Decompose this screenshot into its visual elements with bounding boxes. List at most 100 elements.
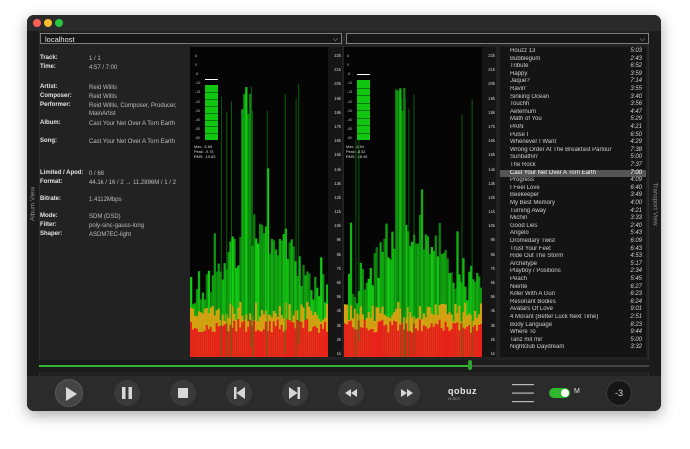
vu-segment-line: [357, 110, 370, 112]
playlist-item-title: Nightclub Daydream: [510, 344, 565, 351]
frequency-scale-right: 22k 21k 20k 19k 18k 17k 16k 15k 14k 13k 12k 11k 10k 9…: [482, 47, 496, 357]
playlist-item[interactable]: Michin 3:33: [500, 215, 646, 223]
playlist-item-duration: 3:56: [630, 101, 642, 108]
vu-scale-label: -50: [347, 126, 353, 131]
vu-segment-line: [205, 105, 218, 107]
vu-scale-label: -60: [195, 136, 201, 140]
zoom-window-button[interactable]: [55, 19, 63, 27]
vu-scale-label: 6: [195, 54, 197, 58]
info-value: ASDM7EC-light: [89, 232, 132, 238]
playlist-item[interactable]: Sinking Ocean 3:40: [500, 94, 646, 102]
playlist-item-title: Michin: [510, 215, 528, 222]
playlist-item[interactable]: Archetype 5:17: [500, 261, 646, 269]
next-track-button[interactable]: [282, 380, 308, 406]
info-key: Time:: [40, 64, 56, 70]
playlist-item[interactable]: My Best Memory 4:00: [500, 200, 646, 208]
fast-forward-button[interactable]: [394, 380, 420, 406]
playlist-item[interactable]: Body Language 8:23: [500, 322, 646, 330]
close-window-button[interactable]: [33, 19, 41, 27]
playlist-item[interactable]: Tanz mit mir 5:00: [500, 337, 646, 345]
playlist-item-duration: 6:52: [630, 63, 642, 70]
vu-scale-label: -10: [195, 81, 201, 86]
vu-scale-label: -30: [195, 108, 201, 113]
frequency-tick-label: 13k: [488, 180, 495, 186]
playlist-item[interactable]: Math of You 5:29: [500, 116, 646, 124]
playlist-item[interactable]: Sunbathin' 5:00: [500, 154, 646, 162]
playlist-item[interactable]: Resonant Bodies 6:24: [500, 299, 646, 307]
transport-view-panel-toggle[interactable]: Transport View: [648, 31, 661, 376]
playlist-item[interactable]: Playboy / Positions 2:34: [500, 268, 646, 276]
info-value: Cast Your Net Over A Torn Earth: [89, 139, 175, 145]
pause-button[interactable]: [114, 380, 140, 406]
info-value: SDM (DSD): [89, 214, 121, 220]
playlist-item[interactable]: PAIN 4:21: [500, 124, 646, 132]
volume-knob[interactable]: -3: [606, 380, 632, 406]
playlist-item[interactable]: Beekeeper 3:49: [500, 192, 646, 200]
transport-view-label: Transport View: [651, 181, 659, 226]
playlist-item-duration: 3:59: [630, 70, 642, 77]
playlist-item[interactable]: Avatars Of Love 9:01: [500, 306, 646, 314]
frequency-tick-label: 1k: [490, 351, 495, 356]
qobuz-subtitle: HI-RES: [448, 397, 460, 401]
qobuz-logo[interactable]: qobuz: [448, 386, 477, 396]
playlist-item-duration: 3:40: [630, 93, 642, 100]
info-value: 1 / 1: [89, 56, 101, 62]
playlist-item[interactable]: Killer With A Gun 6:23: [500, 291, 646, 299]
playlist-item[interactable]: Bubblegum 2:43: [500, 56, 646, 64]
vu-segment-line: [357, 102, 370, 104]
playlist-item-duration: 4:47: [630, 108, 642, 115]
playlist-item-title: Happy: [510, 70, 528, 77]
playlist-item[interactable]: Ride Out The Storm 4:53: [500, 253, 646, 261]
vu-scale-label: -50: [195, 126, 201, 131]
minimize-window-button[interactable]: [44, 19, 52, 27]
playlist-item[interactable]: Where To 9:44: [500, 329, 646, 337]
play-button[interactable]: [55, 379, 83, 407]
playlist-item-duration: 7:14: [630, 78, 642, 85]
album-view-panel-toggle[interactable]: Album View: [27, 31, 40, 376]
playlist-item[interactable]: Good Lies 2:40: [500, 223, 646, 231]
progress-bar[interactable]: [39, 360, 649, 372]
playlist-item[interactable]: Ravin' 3:55: [500, 86, 646, 94]
playlist-item[interactable]: Pulse I 6:50: [500, 132, 646, 140]
volume-value: -3: [614, 388, 623, 398]
playlist-item[interactable]: Peach 5:45: [500, 276, 646, 284]
view-select[interactable]: ⌵: [346, 33, 649, 44]
playlist-item[interactable]: The Rock 7:37: [500, 162, 646, 170]
playlist-item[interactable]: Tribute 6:52: [500, 63, 646, 71]
playlist-item[interactable]: Niente 6:27: [500, 284, 646, 292]
playlist-item[interactable]: Wrong Order At The Breakfast Parlour 7:38: [500, 147, 646, 155]
playlist-item[interactable]: I Feel Love 6:40: [500, 185, 646, 193]
frequency-tick-label: 16k: [334, 138, 341, 144]
playlist-item-title: Avatars Of Love: [510, 306, 553, 313]
vu-peak-marker: [205, 79, 218, 81]
host-select[interactable]: localhost ⌵: [40, 33, 342, 44]
frequency-tick-label: 2k: [490, 336, 495, 342]
playlist-item[interactable]: Trust Your Feet 6:43: [500, 246, 646, 254]
frequency-tick-label: 22k: [334, 53, 341, 58]
menu-button[interactable]: [511, 378, 535, 408]
playlist-item[interactable]: Turning Away 4:21: [500, 208, 646, 216]
m-toggle-switch[interactable]: [549, 388, 570, 398]
playlist-item-title: I Feel Love: [510, 184, 540, 191]
playlist-item[interactable]: Angelo 5:43: [500, 230, 646, 238]
playlist-item[interactable]: Dromedary Twist 6:09: [500, 238, 646, 246]
playlist-item-duration: 4:29: [630, 139, 642, 146]
frequency-tick-label: 20k: [488, 81, 495, 87]
rewind-button[interactable]: [338, 380, 364, 406]
info-key: Filter:: [40, 222, 57, 228]
previous-track-button[interactable]: [226, 380, 252, 406]
playlist-item[interactable]: Houzz 13 5:03: [500, 48, 646, 56]
playlist-item[interactable]: Cast Your Net Over A Torn Earth 7:00: [500, 169, 646, 178]
stop-button[interactable]: [170, 380, 196, 406]
playlist-item[interactable]: Whenever I Want 4:29: [500, 139, 646, 147]
playlist-item[interactable]: Nightclub Daydream 3:32: [500, 344, 646, 352]
vu-segment-line: [357, 87, 370, 89]
playlist-item[interactable]: Jaque? 7:14: [500, 78, 646, 86]
playlist-item[interactable]: 4 Morant (Better Luck Next Time) 2:51: [500, 314, 646, 322]
playlist-item[interactable]: Aeternum 4:47: [500, 109, 646, 117]
progress-handle[interactable]: [468, 360, 473, 370]
playlist-item-duration: 9:44: [630, 329, 642, 336]
playlist-item[interactable]: Happy 3:59: [500, 71, 646, 79]
playlist-item[interactable]: Touchh 3:56: [500, 101, 646, 109]
playlist-item[interactable]: Progress 4:09: [500, 177, 646, 185]
